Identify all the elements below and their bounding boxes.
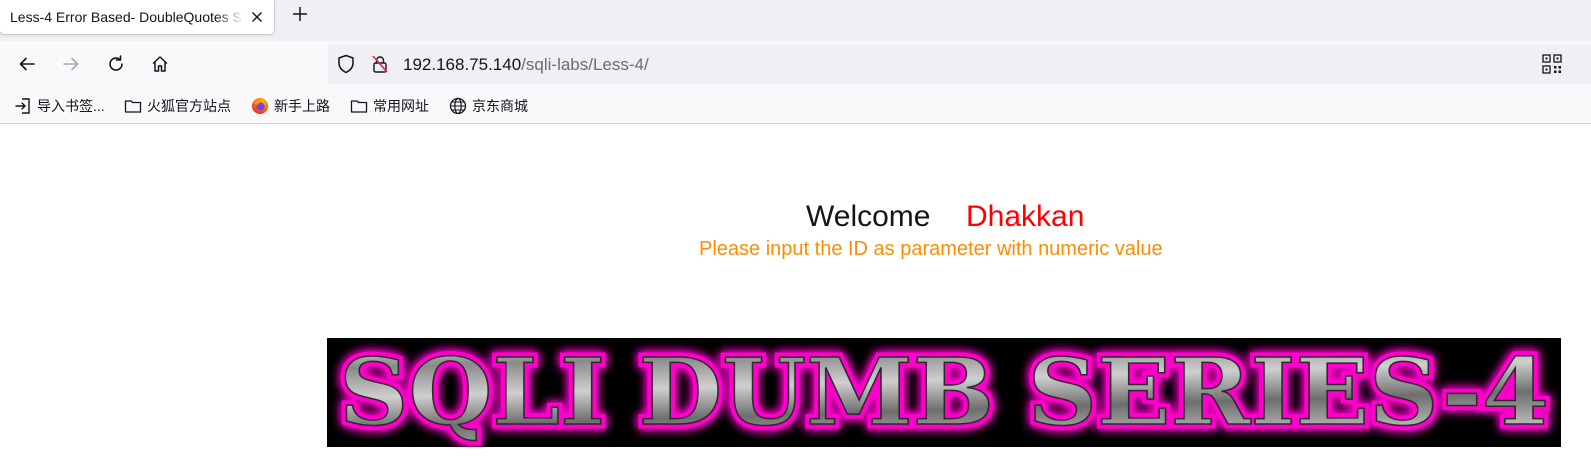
sqli-dumb-series-banner: SQLI DUMB SERIES-4 SQLI DUMB SERIES-4 — [327, 338, 1561, 447]
globe-icon — [449, 97, 467, 115]
url-text[interactable]: 192.168.75.140/sqli-labs/Less-4/ — [403, 55, 649, 75]
close-tab-icon[interactable] — [248, 8, 266, 26]
bookmark-import[interactable]: 导入书签... — [14, 95, 105, 117]
url-path: /sqli-labs/Less-4/ — [521, 55, 649, 74]
reload-icon — [109, 55, 123, 71]
url-host: 192.168.75.140 — [403, 55, 522, 74]
forward-arrow-icon — [63, 57, 79, 71]
navigation-toolbar: 192.168.75.140/sqli-labs/Less-4/ — [0, 41, 1591, 87]
bookmarks-toolbar: 导入书签... 火狐官方站点 新手上路 常用网址 京东商城 — [0, 87, 1591, 124]
instruction-text: Please input the ID as parameter with nu… — [699, 238, 1163, 260]
tab-title: Less-4 Error Based- DoubleQuotes String — [10, 9, 244, 25]
reload-button[interactable] — [104, 52, 128, 76]
bookmark-common-sites[interactable]: 常用网址 — [350, 95, 429, 117]
bookmark-label: 火狐官方站点 — [147, 98, 231, 114]
bookmark-getting-started[interactable]: 新手上路 — [251, 95, 330, 117]
bookmark-label: 新手上路 — [274, 98, 330, 114]
new-tab-button[interactable] — [288, 2, 312, 26]
bookmark-label: 导入书签... — [37, 98, 105, 114]
bookmark-firefox-site[interactable]: 火狐官方站点 — [124, 95, 231, 117]
back-button[interactable] — [15, 52, 39, 76]
folder-icon — [124, 97, 142, 115]
bookmark-label: 常用网址 — [373, 98, 429, 114]
home-icon — [152, 56, 168, 72]
insecure-lock-icon[interactable] — [370, 54, 390, 74]
address-bar[interactable]: 192.168.75.140/sqli-labs/Less-4/ — [328, 44, 1591, 84]
welcome-name: Dhakkan — [966, 200, 1085, 233]
page-content: Welcome Dhakkan Please input the ID as p… — [0, 125, 1591, 459]
qr-code-icon[interactable] — [1542, 54, 1562, 74]
banner-logo-image: SQLI DUMB SERIES-4 SQLI DUMB SERIES-4 — [335, 338, 1554, 447]
welcome-text: Welcome — [806, 200, 931, 233]
bookmark-label: 京东商城 — [472, 98, 528, 114]
forward-button[interactable] — [59, 52, 83, 76]
home-button[interactable] — [148, 52, 172, 76]
firefox-icon — [251, 97, 269, 115]
banner-text: SQLI DUMB SERIES-4 — [339, 338, 1549, 446]
import-icon — [14, 97, 32, 115]
active-tab[interactable]: Less-4 Error Based- DoubleQuotes String — [0, 0, 274, 34]
folder-icon — [350, 97, 368, 115]
back-arrow-icon — [19, 57, 35, 71]
bookmark-jd[interactable]: 京东商城 — [449, 95, 528, 117]
tab-strip: Less-4 Error Based- DoubleQuotes String — [0, 0, 1591, 41]
tracking-protection-shield-icon[interactable] — [336, 54, 356, 74]
